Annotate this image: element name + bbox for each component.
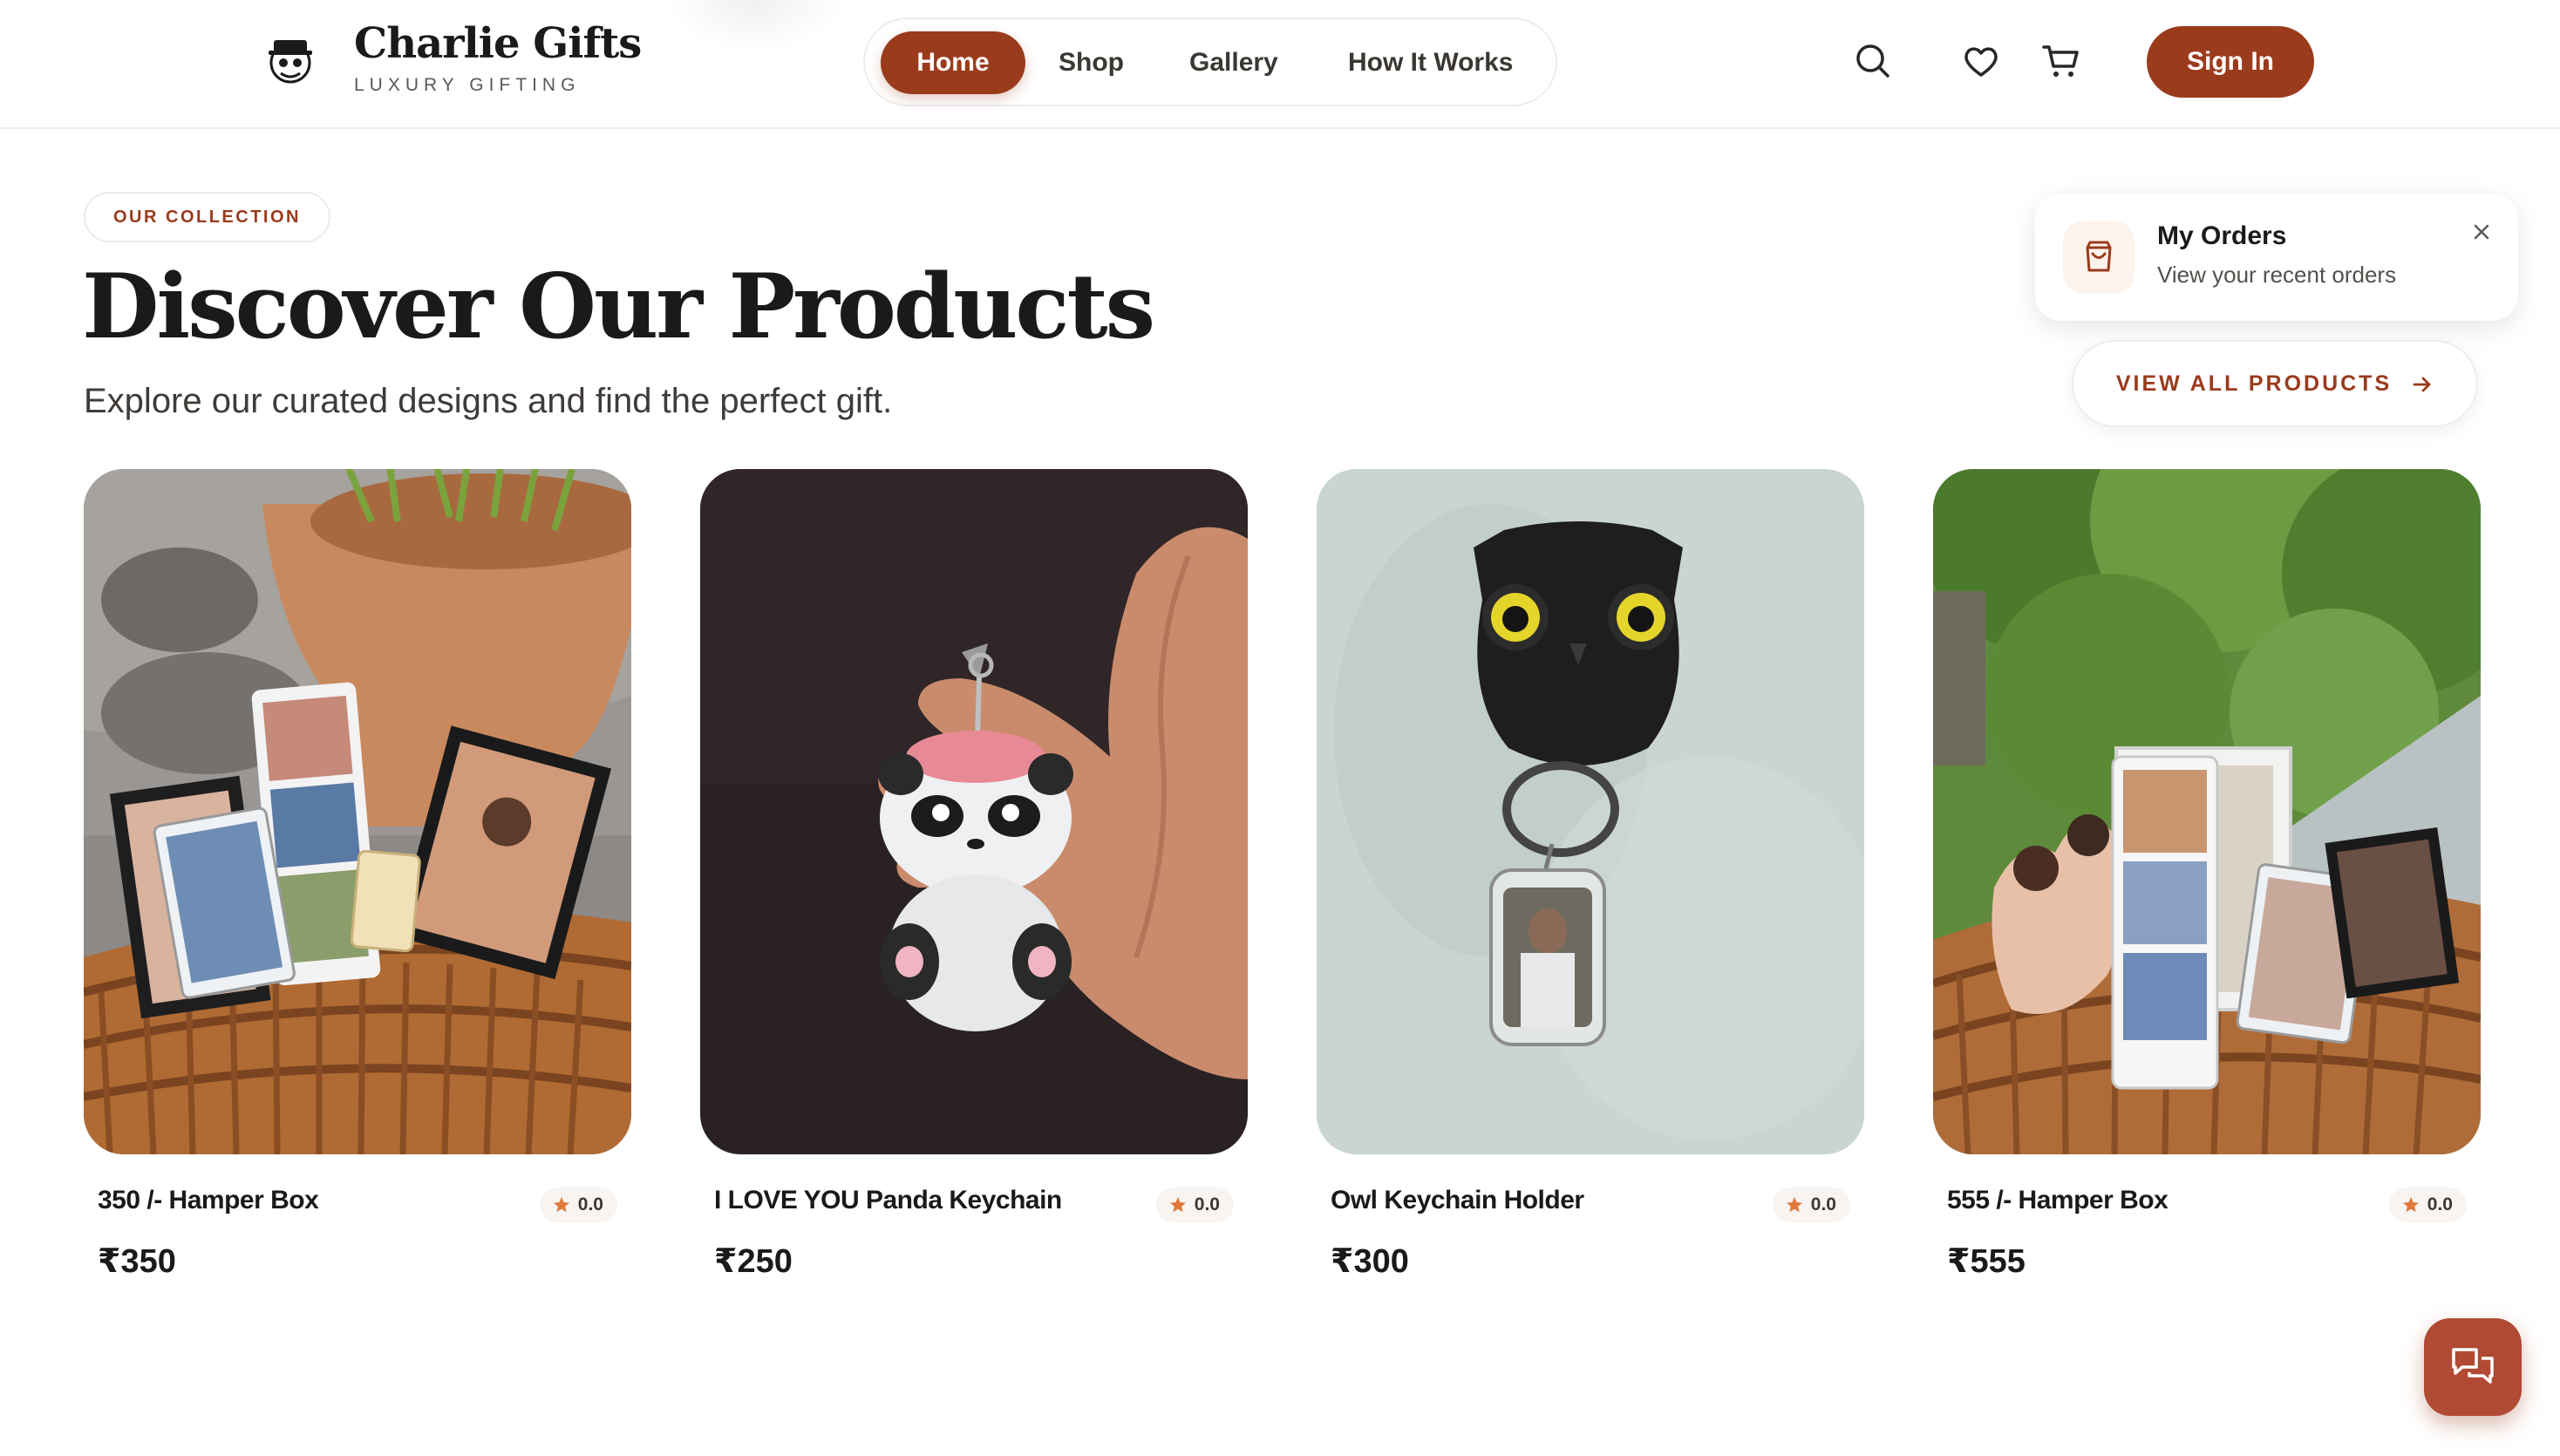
rating-value: 0.0 [2427,1194,2453,1214]
nav-item-how-it-works[interactable]: How It Works [1348,31,1513,94]
product-name[interactable]: I LOVE YOU Panda Keychain [714,1186,1062,1215]
site-header: Charlie Gifts LUXURY GIFTING Home Shop G… [0,0,2560,129]
heart-icon[interactable] [1958,38,2004,84]
view-all-label: VIEW ALL PRODUCTS [2115,371,2393,396]
rating-badge: 0.0 [539,1187,617,1222]
product-image[interactable] [1933,469,2481,1154]
arrow-right-icon [2413,377,2431,392]
product-card[interactable]: I LOVE YOU Panda Keychain 0.0 ₹250 [700,469,1248,1289]
sign-in-button[interactable]: Sign In [2147,26,2314,98]
rating-value: 0.0 [1810,1194,1836,1214]
close-icon[interactable] [2466,216,2497,248]
my-orders-toast[interactable]: My Orders View your recent orders [2035,194,2518,321]
product-price: ₹250 [714,1243,793,1280]
page-subtitle: Explore our curated designs and find the… [84,382,893,420]
star-icon [1169,1197,1186,1213]
rating-value: 0.0 [577,1194,603,1214]
hamper-box-outdoor-photo [1933,469,2481,1154]
hamper-box-photo [84,469,631,1154]
page-title: Discover Our Products [82,255,1155,359]
toast-title: My Orders [2157,221,2287,250]
main-nav: Home Shop Gallery How It Works [863,17,1557,106]
nav-item-shop[interactable]: Shop [1059,31,1124,94]
nav-shadow-decoration [663,0,846,52]
product-name[interactable]: 350 /- Hamper Box [98,1186,319,1215]
nav-item-home[interactable]: Home [881,31,1025,94]
rating-value: 0.0 [1194,1194,1220,1214]
rating-badge: 0.0 [1772,1187,1850,1222]
product-image[interactable] [84,469,631,1154]
toast-icon-container [2063,221,2134,293]
brand-name[interactable]: Charlie Gifts [354,19,642,68]
product-name[interactable]: Owl Keychain Holder [1331,1186,1584,1215]
star-icon [553,1197,569,1213]
shopping-bag-icon [2086,241,2112,272]
rating-badge: 0.0 [1155,1187,1234,1222]
section-eyebrow: OUR COLLECTION [84,192,330,242]
chat-button[interactable] [2424,1318,2522,1416]
nav-item-gallery[interactable]: Gallery [1189,31,1278,94]
panda-keychain-photo [700,469,1248,1154]
cart-icon[interactable] [2039,38,2084,84]
product-name[interactable]: 555 /- Hamper Box [1947,1186,2169,1215]
product-price: ₹555 [1947,1243,2026,1280]
rating-badge: 0.0 [2388,1187,2467,1222]
product-card[interactable]: Owl Keychain Holder 0.0 ₹300 [1317,469,1864,1289]
product-card[interactable]: 350 /- Hamper Box 0.0 ₹350 [84,469,631,1289]
star-icon [1786,1197,1802,1213]
product-image[interactable] [700,469,1248,1154]
toast-subtitle: View your recent orders [2157,262,2397,288]
product-image[interactable] [1317,469,1864,1154]
logo-icon[interactable] [262,31,319,89]
view-all-products-button[interactable]: VIEW ALL PRODUCTS [2072,340,2478,427]
product-card[interactable]: 555 /- Hamper Box 0.0 ₹555 [1933,469,2481,1289]
brand-tagline: LUXURY GIFTING [354,75,581,95]
owl-keychain-photo [1317,469,1864,1154]
star-icon [2402,1197,2419,1213]
chat-icon [2452,1348,2494,1384]
search-icon[interactable] [1850,38,1896,84]
product-price: ₹350 [98,1243,176,1280]
product-price: ₹300 [1331,1243,1409,1280]
